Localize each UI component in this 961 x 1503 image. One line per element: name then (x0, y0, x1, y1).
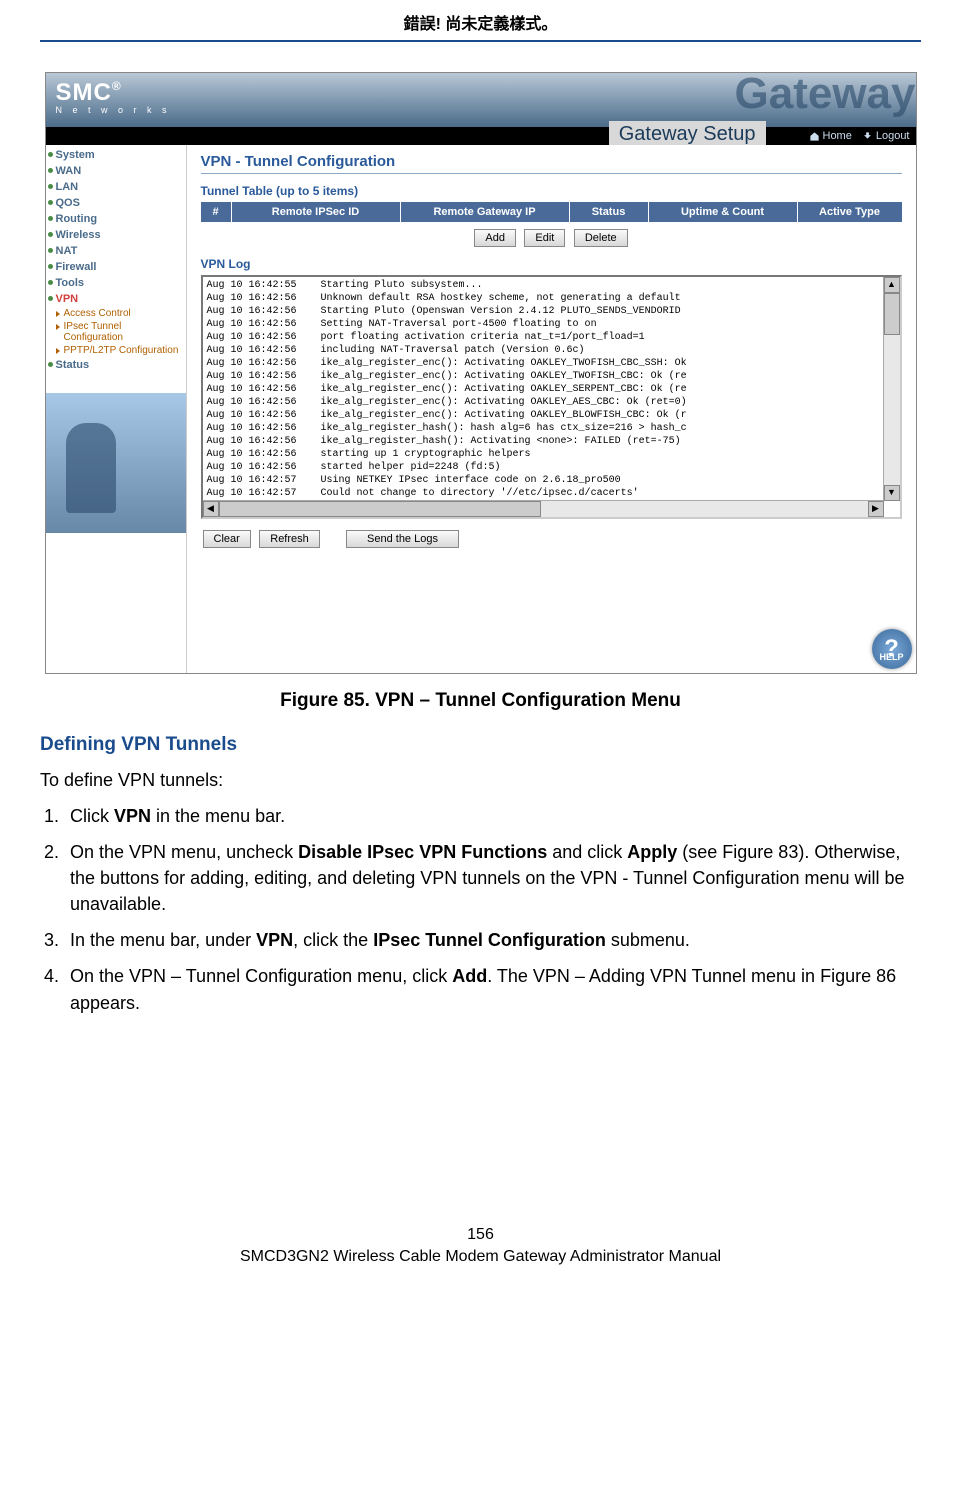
step3-post: submenu. (606, 930, 690, 950)
sidebar-decor-image (46, 393, 186, 533)
logout-icon (862, 131, 873, 142)
logout-label: Logout (876, 127, 910, 145)
doc-step-3: In the menu bar, under VPN, click the IP… (64, 927, 921, 953)
sidebar-item-lan[interactable]: LAN (46, 179, 186, 195)
sidebar-item-routing[interactable]: Routing (46, 211, 186, 227)
sidebar-item-nat[interactable]: NAT (46, 243, 186, 259)
brand-logo-text: SMC (56, 79, 112, 106)
sidebar-item-wan[interactable]: WAN (46, 163, 186, 179)
step3-b1: VPN (256, 930, 293, 950)
delete-button[interactable]: Delete (574, 229, 628, 247)
subbar-title: Gateway Setup (609, 121, 766, 148)
figure-caption: Figure 85. VPN – Tunnel Configuration Me… (40, 690, 921, 712)
scroll-thumb-h[interactable] (219, 501, 541, 517)
brand-logo-reg: ® (112, 79, 122, 93)
page-number: 156 (0, 1226, 961, 1244)
step3-mid: , click the (293, 930, 373, 950)
sub-bar: Gateway Setup Home Logout (46, 127, 916, 145)
scroll-left-icon[interactable]: ◀ (203, 501, 219, 517)
step4-pre: On the VPN – Tunnel Configuration menu, … (70, 966, 452, 986)
col-remote-ipsec-id: Remote IPSec ID (232, 202, 401, 222)
step1-post: in the menu bar. (151, 806, 285, 826)
doc-steps: Click VPN in the menu bar. On the VPN me… (40, 803, 921, 1016)
logout-link[interactable]: Logout (862, 127, 910, 145)
col-status: Status (570, 202, 649, 222)
scroll-right-icon[interactable]: ▶ (868, 501, 884, 517)
sidebar-item-vpn[interactable]: VPN (46, 291, 186, 307)
sidebar-item-qos[interactable]: QOS (46, 195, 186, 211)
sidebar-item-system[interactable]: System (46, 147, 186, 163)
step2-mid: and click (547, 842, 627, 862)
sidebar: System WAN LAN QOS Routing Wireless NAT … (46, 145, 187, 673)
clear-button[interactable]: Clear (203, 530, 251, 548)
scrollbar-vertical[interactable]: ▲ ▼ (883, 277, 900, 501)
page-header-error: 錯誤! 尚未定義樣式。 (40, 0, 921, 40)
header-rule (40, 40, 921, 42)
send-logs-button[interactable]: Send the Logs (346, 530, 459, 548)
col-active-type: Active Type (798, 202, 902, 222)
col-num: # (201, 202, 232, 222)
sidebar-sub-access-control[interactable]: Access Control (46, 307, 186, 320)
col-uptime-count: Uptime & Count (649, 202, 798, 222)
doc-intro: To define VPN tunnels: (40, 770, 921, 791)
step3-b2: IPsec Tunnel Configuration (373, 930, 606, 950)
sidebar-sub-ipsec-tunnel[interactable]: IPsec Tunnel Configuration (46, 320, 186, 344)
vpn-log-content: Aug 10 16:42:55 Starting Pluto subsystem… (203, 277, 900, 505)
sidebar-item-firewall[interactable]: Firewall (46, 259, 186, 275)
sidebar-item-status[interactable]: Status (46, 357, 186, 373)
step2-b1: Disable IPsec VPN Functions (298, 842, 547, 862)
brand-gateway-bg: Gateway (735, 72, 916, 119)
home-label: Home (823, 127, 852, 145)
doc-heading: Defining VPN Tunnels (40, 734, 921, 756)
brand-bar: SMC® N e t w o r k s Gateway (46, 73, 916, 127)
app-screenshot: SMC® N e t w o r k s Gateway Gateway Set… (45, 72, 917, 674)
sidebar-item-tools[interactable]: Tools (46, 275, 186, 291)
step1-pre: Click (70, 806, 114, 826)
tunnel-table-section: Tunnel Table (up to 5 items) (201, 184, 902, 198)
refresh-button[interactable]: Refresh (259, 530, 320, 548)
scroll-down-icon[interactable]: ▼ (884, 485, 900, 501)
tunnel-table-header: # Remote IPSec ID Remote Gateway IP Stat… (201, 202, 902, 222)
step2-b2: Apply (627, 842, 677, 862)
step2-pre: On the VPN menu, uncheck (70, 842, 298, 862)
home-icon (809, 131, 820, 142)
vpn-log-section: VPN Log (201, 257, 902, 271)
panel-title: VPN - Tunnel Configuration (201, 153, 902, 174)
step4-b1: Add (452, 966, 487, 986)
doc-step-2: On the VPN menu, uncheck Disable IPsec V… (64, 839, 921, 917)
page-footer: 156 SMCD3GN2 Wireless Cable Modem Gatewa… (0, 1226, 961, 1266)
add-button[interactable]: Add (474, 229, 516, 247)
step3-pre: In the menu bar, under (70, 930, 256, 950)
main-panel: VPN - Tunnel Configuration Tunnel Table … (187, 145, 916, 673)
scroll-thumb-v[interactable] (884, 293, 900, 335)
sidebar-sub-pptp-l2tp[interactable]: PPTP/L2TP Configuration (46, 344, 186, 357)
vpn-log-box: Aug 10 16:42:55 Starting Pluto subsystem… (201, 275, 902, 519)
brand-logo: SMC® (56, 79, 122, 107)
col-remote-gateway-ip: Remote Gateway IP (401, 202, 570, 222)
footer-title: SMCD3GN2 Wireless Cable Modem Gateway Ad… (240, 1248, 721, 1265)
doc-step-1: Click VPN in the menu bar. (64, 803, 921, 829)
doc-step-4: On the VPN – Tunnel Configuration menu, … (64, 963, 921, 1015)
scrollbar-horizontal[interactable]: ◀ ▶ (203, 500, 884, 517)
help-badge[interactable]: HELP (872, 629, 912, 669)
scroll-up-icon[interactable]: ▲ (884, 277, 900, 293)
sidebar-item-wireless[interactable]: Wireless (46, 227, 186, 243)
edit-button[interactable]: Edit (524, 229, 565, 247)
brand-networks: N e t w o r k s (56, 105, 171, 115)
step1-b1: VPN (114, 806, 151, 826)
home-link[interactable]: Home (809, 127, 852, 145)
